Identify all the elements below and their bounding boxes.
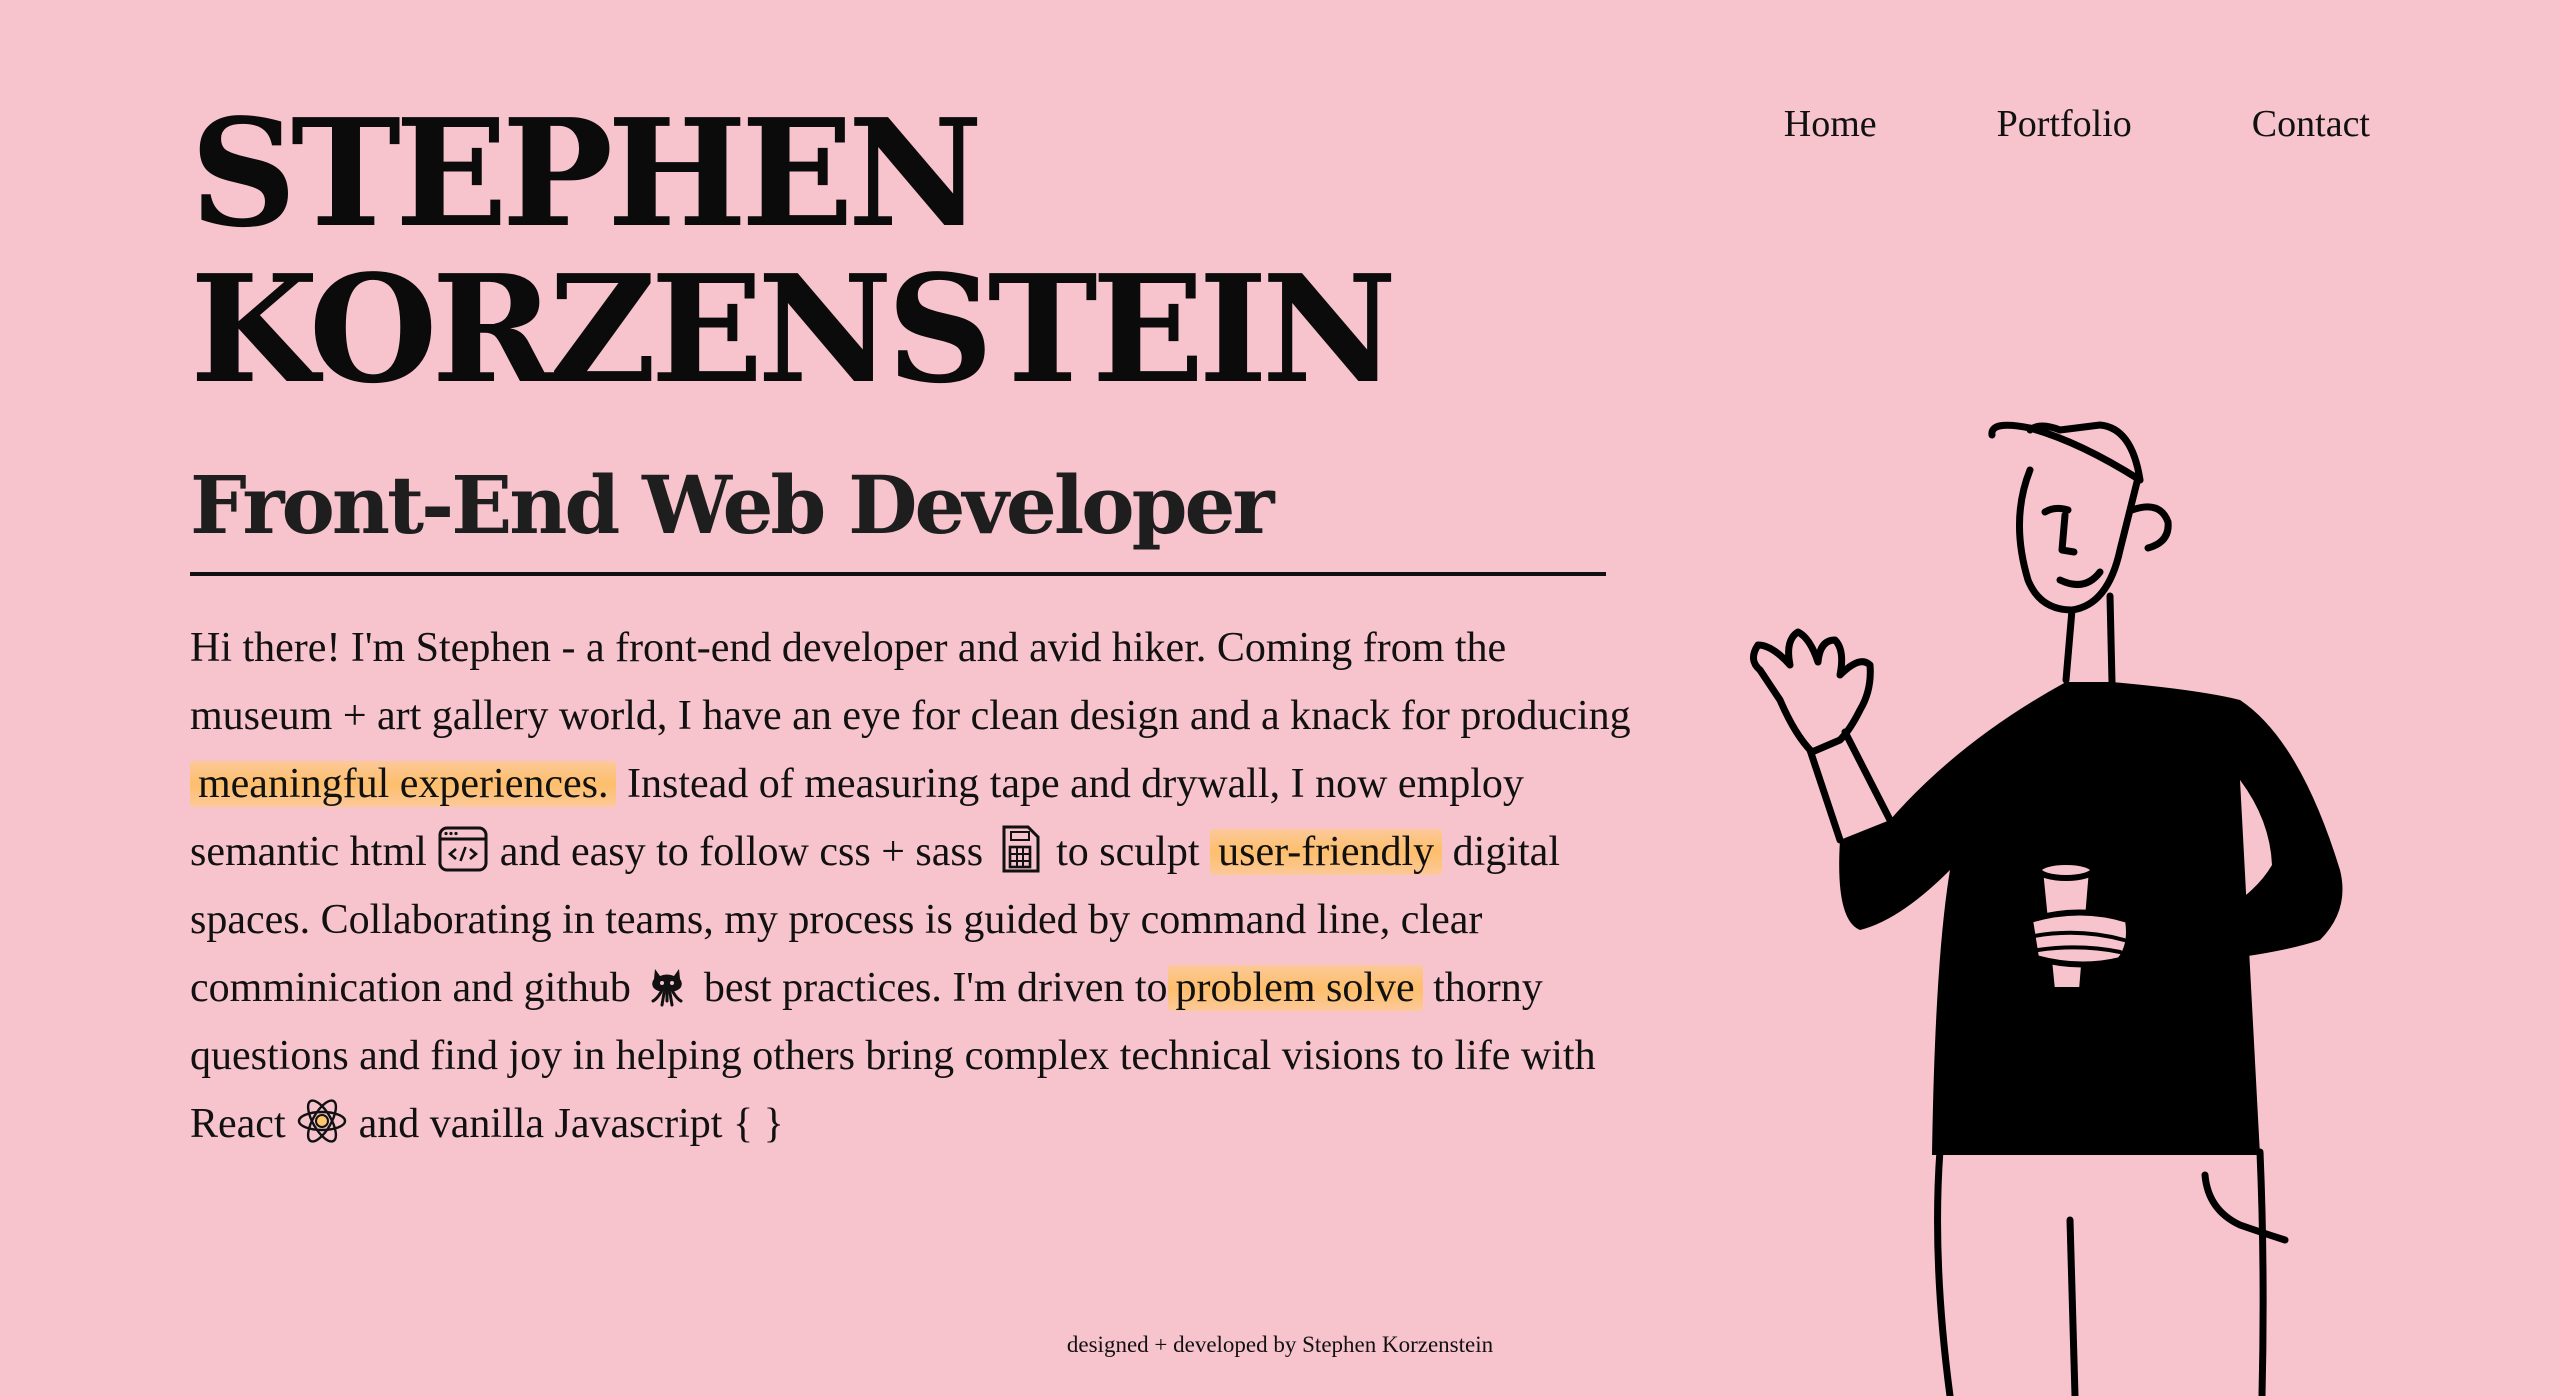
nav-portfolio-link[interactable]: Portfolio [1997, 100, 2132, 148]
bio-text: and easy to follow css + sass [489, 829, 994, 875]
bio-paragraph: Hi there! I'm Stephen - a front-end deve… [190, 614, 1640, 1158]
github-octocat-icon [641, 959, 693, 1011]
title-last-name: KORZENSTEIN [190, 242, 1397, 416]
highlight-problem-solve: problem solve [1167, 965, 1423, 1011]
bio-text: to sculpt [1045, 829, 1211, 875]
bio-text: Hi there! I'm Stephen - a front-end deve… [190, 625, 1631, 739]
page: STEPHEN KORZENSTEIN Home Portfolio Conta… [0, 0, 2560, 1396]
nav-home-link[interactable]: Home [1784, 100, 1877, 148]
highlight-meaningful-experiences: meaningful experiences. [190, 761, 617, 807]
title-divider [190, 572, 1606, 576]
title-first-name: STEPHEN [190, 86, 983, 260]
job-title: Front-End Web Developer [190, 458, 1275, 552]
person-waving-with-coffee-illustration [1750, 421, 2343, 1396]
css-file-icon [994, 823, 1046, 875]
footer-credit: designed + developed by Stephen Korzenst… [1066, 1332, 1494, 1357]
nav-contact-link[interactable]: Contact [2252, 100, 2370, 148]
bio-text: and vanilla Javascript { } [348, 1101, 784, 1147]
react-atom-icon [296, 1095, 348, 1147]
html-code-icon [437, 823, 489, 875]
highlight-user-friendly: user-friendly [1210, 829, 1443, 875]
site-title: STEPHEN KORZENSTEIN [190, 86, 1397, 416]
bio-text: best practices. I'm driven to [693, 965, 1168, 1011]
main-nav: Home Portfolio Contact [1784, 100, 2370, 148]
